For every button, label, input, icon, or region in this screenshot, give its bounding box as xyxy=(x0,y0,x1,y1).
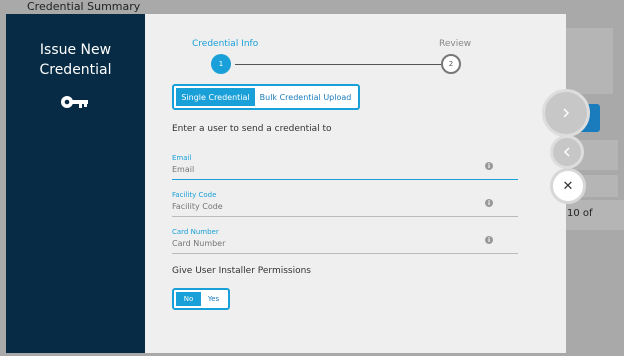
key-icon xyxy=(61,96,88,108)
installer-permissions-label: Give User Installer Permissions xyxy=(172,266,311,276)
background-panel xyxy=(566,28,613,94)
step-1-indicator[interactable]: 1 xyxy=(211,54,231,74)
modal-content: Credential Info Review 1 2 Single Creden… xyxy=(150,14,566,353)
step-label-review: Review xyxy=(439,39,472,49)
email-field-group: Email i xyxy=(172,154,518,180)
permissions-yes-button[interactable]: Yes xyxy=(201,292,226,306)
issue-credential-modal: Issue New Credential Credential Info Rev… xyxy=(6,14,566,353)
card-number-field-group: Card Number i xyxy=(172,228,518,254)
next-step-button[interactable] xyxy=(542,89,590,137)
email-info-icon[interactable]: i xyxy=(485,162,493,170)
previous-step-button[interactable] xyxy=(550,135,584,169)
background-pagination-text: 10 of xyxy=(567,208,593,219)
modal-sidebar: Issue New Credential xyxy=(6,14,145,353)
modal-title: Issue New Credential xyxy=(6,40,145,80)
background-page-title: Credential Summary xyxy=(27,0,141,13)
installer-permissions-toggle: No Yes xyxy=(172,288,230,310)
step-label-credential-info: Credential Info xyxy=(192,39,259,49)
instructions-text: Enter a user to send a credential to xyxy=(172,124,332,134)
email-field[interactable] xyxy=(172,164,518,180)
facility-code-info-icon[interactable]: i xyxy=(485,199,493,207)
email-field-label: Email xyxy=(172,154,192,162)
credential-mode-toggle: Single Credential Bulk Credential Upload xyxy=(172,84,360,110)
card-number-label: Card Number xyxy=(172,228,219,236)
step-2-indicator[interactable]: 2 xyxy=(441,54,461,74)
modal-title-line2: Credential xyxy=(39,62,112,78)
chevron-left-icon xyxy=(563,147,570,157)
close-modal-button[interactable]: ✕ xyxy=(550,168,586,204)
facility-code-input[interactable] xyxy=(172,201,518,217)
card-number-input[interactable] xyxy=(172,238,518,254)
chevron-right-icon xyxy=(563,108,570,118)
facility-code-field-group: Facility Code i xyxy=(172,191,518,217)
facility-code-label: Facility Code xyxy=(172,191,217,199)
modal-title-line1: Issue New xyxy=(39,42,112,58)
permissions-no-button[interactable]: No xyxy=(176,292,201,306)
card-number-info-icon[interactable]: i xyxy=(485,236,493,244)
stepper-connector xyxy=(235,64,441,65)
single-credential-button[interactable]: Single Credential xyxy=(176,88,255,106)
bulk-credential-upload-button[interactable]: Bulk Credential Upload xyxy=(255,88,356,106)
close-icon: ✕ xyxy=(562,178,574,194)
